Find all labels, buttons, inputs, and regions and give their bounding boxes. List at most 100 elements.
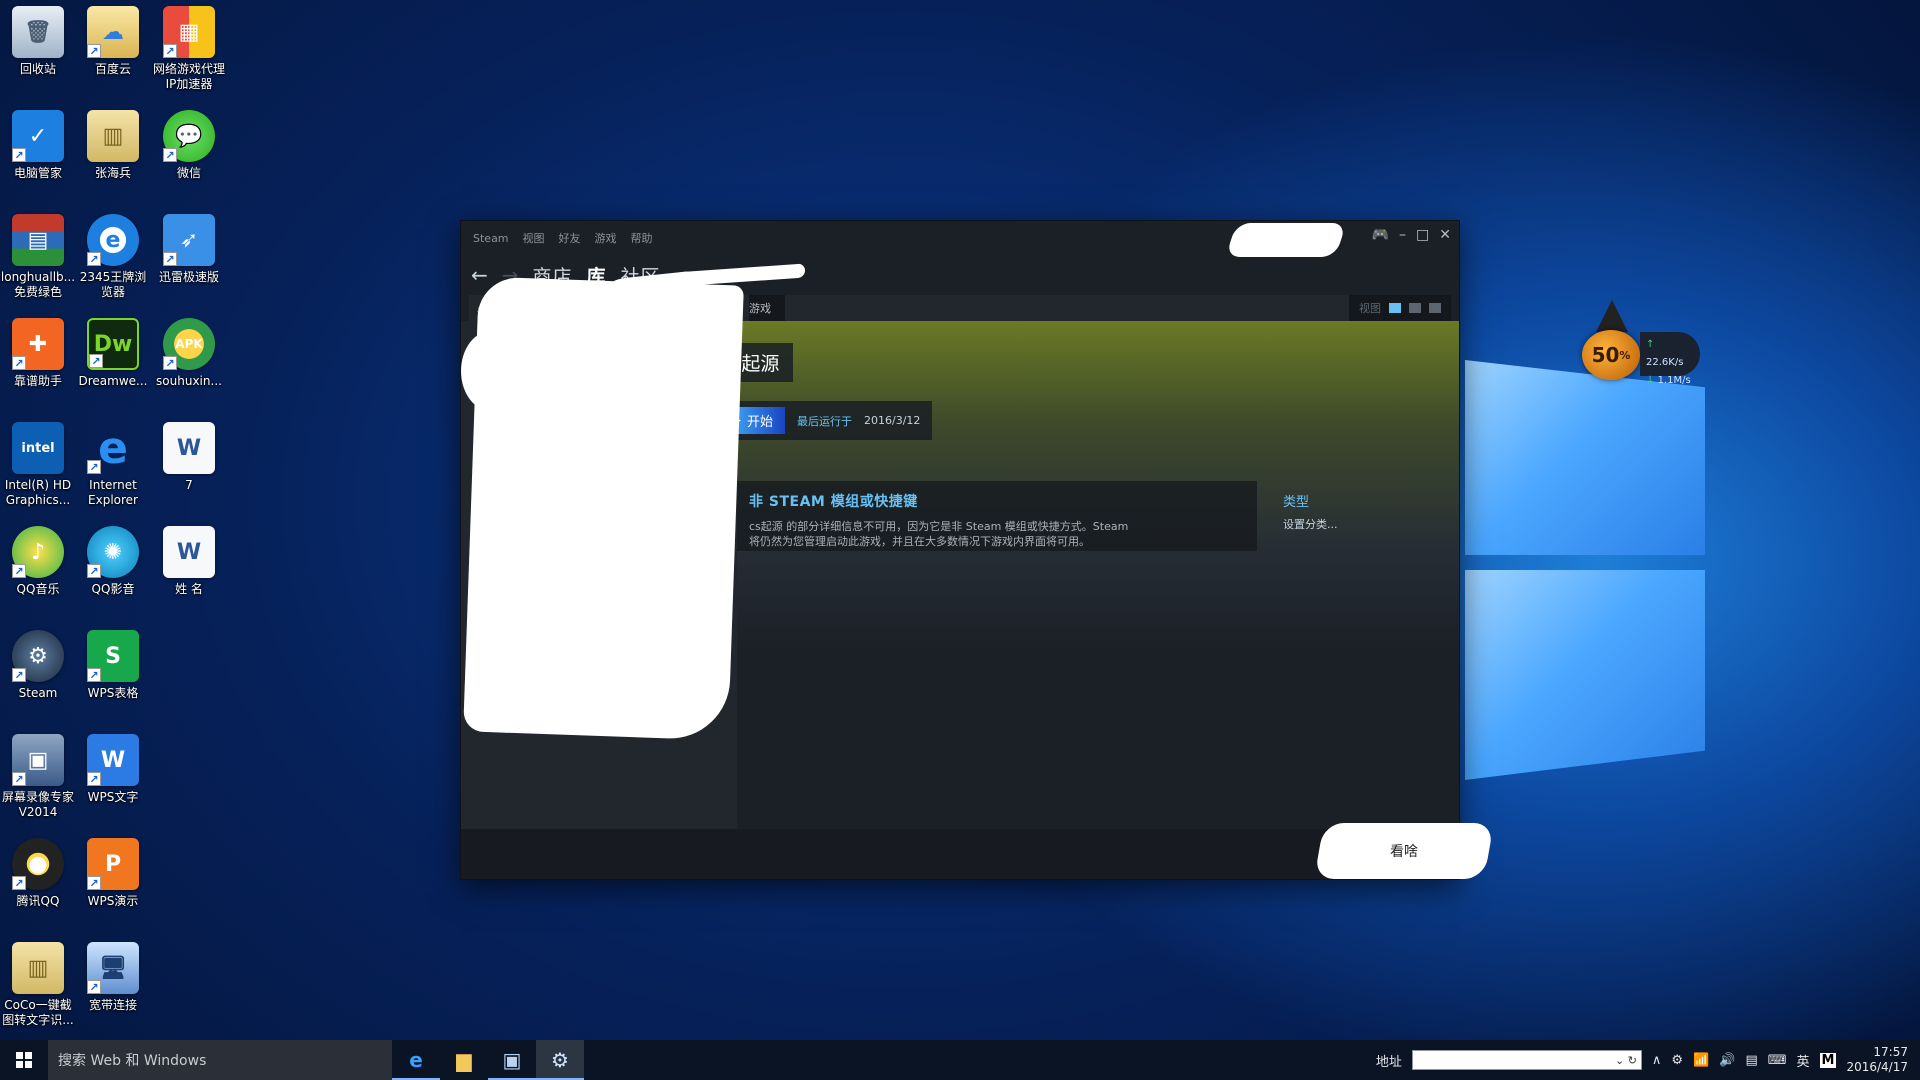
shortcut-arrow-icon: ↗ — [87, 980, 101, 994]
network-monitor-widget[interactable]: 50% ↑ 22.6K/s ↓ 1.1M/s — [1582, 300, 1702, 386]
menu-view[interactable]: 视图 — [523, 230, 545, 246]
desktop-icon-baidu-cloud[interactable]: ☁ ↗ 百度云 — [70, 6, 156, 102]
desktop-icon-dreamweaver[interactable]: Dw ↗ Dreamwe... — [70, 318, 156, 414]
network-computer-icon: 🖥 ↗ — [87, 942, 139, 994]
system-tray: 地址 ⌄ ↻ ∧ ⚙ 📶 🔊 ▤ ⌨ 英 M 17:57 2016/4/17 — [1376, 1040, 1920, 1080]
taskbar-apps: e ▆ ▣ ⚙ — [392, 1040, 584, 1080]
shortcut-arrow-icon: ↗ — [87, 772, 101, 786]
game-detail: cs起源 ▶ 开始 最后运行于 2016/3/12 非 STEAM 模组或快捷键… — [707, 321, 1459, 829]
desktop-icon-recycle-bin[interactable]: 🗑 回收站 — [0, 6, 81, 102]
desktop-icon-doc-7[interactable]: W 7 — [146, 422, 232, 518]
desktop-icon-qq[interactable]: ● ↗ 腾讯QQ — [0, 838, 81, 934]
desktop-icon-wps-present[interactable]: P ↗ WPS演示 — [70, 838, 156, 934]
clock-date: 2016/4/17 — [1846, 1060, 1908, 1074]
menu-help[interactable]: 帮助 — [631, 230, 653, 246]
action-center-icon[interactable]: ▤ — [1745, 1053, 1757, 1068]
desktop-icon-qq-player[interactable]: ✺ ↗ QQ影音 — [70, 526, 156, 622]
wifi-icon[interactable]: 📶 — [1693, 1053, 1709, 1068]
address-toolbar-input[interactable]: ⌄ ↻ — [1411, 1050, 1642, 1070]
desktop-icon-winrar[interactable]: ▤ longhuallb... 免费绿色 — [0, 214, 81, 310]
wps-sheets-icon: S ↗ — [87, 630, 139, 682]
shortcut-arrow-icon: ↗ — [163, 252, 177, 266]
window-controls: 🎮 – □ ✕ — [1372, 227, 1451, 243]
games-filter-label[interactable]: 游戏 — [749, 300, 785, 316]
download-speed: 1.1M/s — [1657, 375, 1691, 386]
desktop-icon-2345-browser[interactable]: e ↗ 2345王牌浏 览器 — [70, 214, 156, 310]
music-icon: ♪ ↗ — [12, 526, 64, 578]
account-redaction — [1225, 223, 1347, 257]
view-list-icon[interactable] — [1409, 303, 1421, 313]
steam-tray-icon[interactable]: ⚙ — [1671, 1053, 1683, 1068]
shortcut-arrow-icon: ↗ — [12, 564, 26, 578]
clock[interactable]: 17:57 2016/4/17 — [1846, 1045, 1908, 1075]
menu-games[interactable]: 游戏 — [595, 230, 617, 246]
back-arrow-icon[interactable]: ← — [471, 263, 488, 287]
ime-m-icon[interactable]: M — [1819, 1052, 1837, 1068]
desktop-icon-wechat[interactable]: 💬 ↗ 微信 — [146, 110, 232, 206]
desktop-icon-apk[interactable]: APK ↗ souhuxin... — [146, 318, 232, 414]
category-panel: 类型 设置分类... — [1271, 481, 1411, 551]
keyboard-icon[interactable]: ⌨ — [1768, 1053, 1787, 1068]
taskbar-steam[interactable]: ⚙ — [536, 1040, 584, 1080]
menu-friends[interactable]: 好友 — [559, 230, 581, 246]
desktop-icon-game-proxy[interactable]: ▦ ↗ 网络游戏代理 IP加速器 — [146, 6, 232, 102]
desktop-icon-ie[interactable]: e ↗ Internet Explorer — [70, 422, 156, 518]
screen-recorder-icon: ▣ ↗ — [12, 734, 64, 786]
desktop-icon-wps-sheets[interactable]: S ↗ WPS表格 — [70, 630, 156, 726]
desktop-icon-kaopu[interactable]: ✚ ↗ 靠谱助手 — [0, 318, 81, 414]
shortcut-arrow-icon: ↗ — [89, 354, 103, 368]
folder-icon: ▥ — [12, 942, 64, 994]
taskbar-browser[interactable]: e — [392, 1040, 440, 1080]
taskbar-network-app[interactable]: ▣ — [488, 1040, 536, 1080]
desktop-icon-broadband[interactable]: 🖥 ↗ 宽带连接 — [70, 942, 156, 1038]
big-picture-gamepad-icon[interactable]: 🎮 — [1372, 227, 1389, 243]
desktop-icon-screen-recorder[interactable]: ▣ ↗ 屏幕录像专家 V2014 — [0, 734, 81, 830]
desktop-icon-folder-zhang[interactable]: ▥ 张海兵 — [70, 110, 156, 206]
wps-presentation-icon: P ↗ — [87, 838, 139, 890]
steam-icon: ⚙ — [551, 1048, 569, 1072]
desktop-icon-doc-name[interactable]: W 姓 名 — [146, 526, 232, 622]
desktop-icon-coco[interactable]: ▥ CoCo一键截 图转文字识... — [0, 942, 81, 1038]
taskbar-file-explorer[interactable]: ▆ — [440, 1040, 488, 1080]
close-button[interactable]: ✕ — [1439, 227, 1451, 243]
shortcut-arrow-icon: ↗ — [163, 44, 177, 58]
desktop-icon-qq-music[interactable]: ♪ ↗ QQ音乐 — [0, 526, 81, 622]
maximize-button[interactable]: □ — [1416, 227, 1429, 243]
start-button[interactable] — [0, 1040, 48, 1080]
ime-indicator[interactable]: 英 — [1797, 1051, 1810, 1070]
chevron-down-icon[interactable]: ⌄ — [1615, 1054, 1624, 1067]
browser-e-icon: e — [409, 1048, 423, 1072]
filter-spacer — [785, 295, 1349, 321]
view-detail-icon[interactable] — [1389, 303, 1401, 313]
watch-button[interactable]: 看啥 — [1314, 823, 1494, 879]
network-computer-icon: ▣ — [502, 1048, 522, 1072]
desktop-icon-steam[interactable]: ⚙ ↗ Steam — [0, 630, 81, 726]
set-category-link[interactable]: 设置分类... — [1283, 516, 1411, 532]
netmon-speeds: ↑ 22.6K/s ↓ 1.1M/s — [1640, 332, 1700, 386]
desktop-icon-tencent-manager[interactable]: ✓ ↗ 电脑管家 — [0, 110, 81, 206]
view-switcher: 视图 — [1349, 300, 1451, 316]
windows-start-icon — [16, 1052, 32, 1068]
kaopu-icon: ✚ ↗ — [12, 318, 64, 370]
shortcut-arrow-icon: ↗ — [87, 564, 101, 578]
shortcut-arrow-icon: ↗ — [12, 356, 26, 370]
archive-icon: ▤ — [12, 214, 64, 266]
menu-steam[interactable]: Steam — [473, 232, 509, 245]
shortcut-arrow-icon: ↗ — [12, 668, 26, 682]
desktop-icon-wps-writer[interactable]: W ↗ WPS文字 — [70, 734, 156, 830]
desktop-icon-intel-graphics[interactable]: intel Intel(R) HD Graphics... — [0, 422, 81, 518]
steam-window: Steam 视图 好友 游戏 帮助 🎮 – □ ✕ ← → 商店 库 社区 ⌕ … — [460, 220, 1494, 880]
desktop-icon-thunder[interactable]: ➶ ↗ 迅雷极速版 — [146, 214, 232, 310]
category-heading: 类型 — [1283, 495, 1310, 510]
view-grid-icon[interactable] — [1429, 303, 1441, 313]
minimize-button[interactable]: – — [1399, 227, 1406, 243]
taskbar-search-input[interactable]: 搜索 Web 和 Windows — [48, 1040, 392, 1080]
shortcut-arrow-icon: ↗ — [12, 772, 26, 786]
browser-e-icon: e ↗ — [87, 214, 139, 266]
volume-icon[interactable]: 🔊 — [1719, 1053, 1735, 1068]
play-label: 开始 — [747, 415, 774, 430]
address-toolbar-label: 地址 — [1375, 1054, 1402, 1070]
recycle-bin-icon: 🗑 — [12, 6, 64, 58]
refresh-icon[interactable]: ↻ — [1628, 1054, 1637, 1067]
show-hidden-icons-icon[interactable]: ∧ — [1652, 1053, 1662, 1068]
